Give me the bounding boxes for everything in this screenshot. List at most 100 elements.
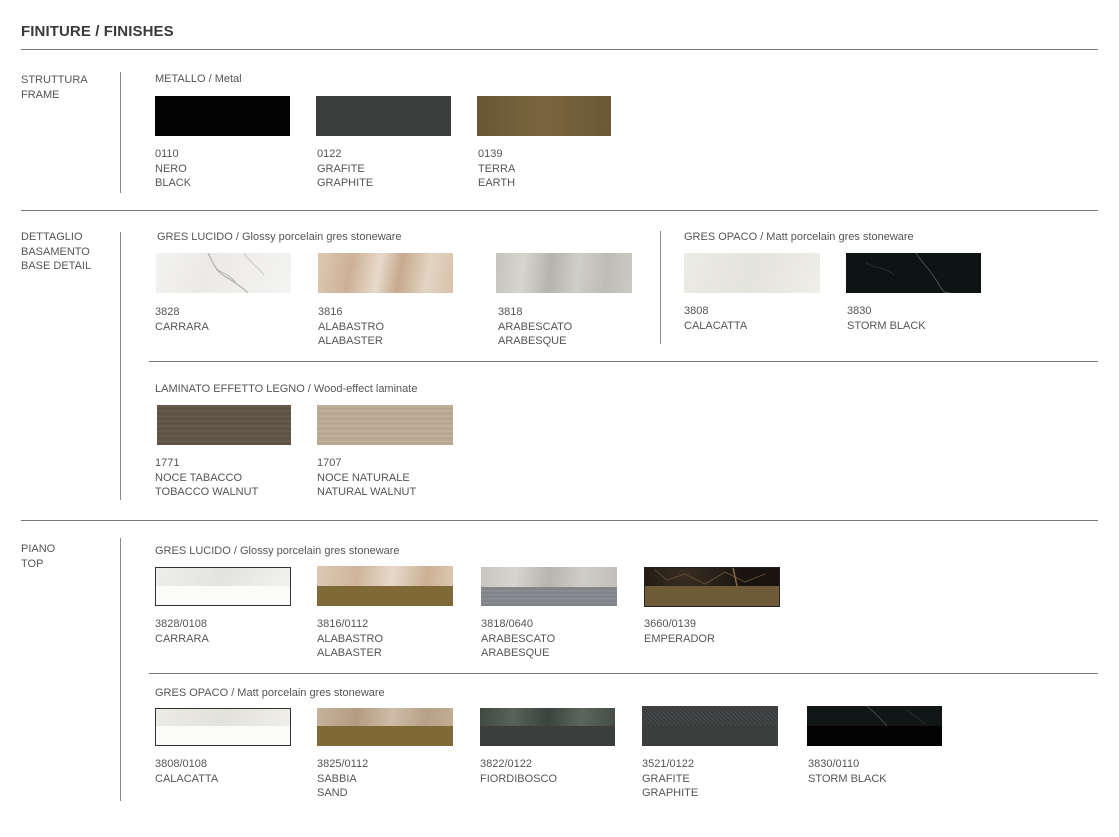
group-divider-vertical bbox=[660, 231, 661, 344]
swatch-3828-0108-carrara bbox=[155, 567, 291, 606]
swatch-code: 3822/0122 bbox=[480, 758, 532, 770]
swatch-caption-0110: 0110 NERO BLACK bbox=[155, 147, 191, 191]
swatch-3830-storm-black bbox=[846, 253, 981, 293]
swatch-3830-0110-storm-black bbox=[807, 706, 942, 746]
section-divider-vertical bbox=[120, 538, 121, 801]
swatch-caption-1771: 1771 NOCE TABACCO TOBACCO WALNUT bbox=[155, 456, 258, 500]
swatch-name-en: ARABESQUE bbox=[481, 647, 550, 659]
swatch-caption-1707: 1707 NOCE NATURALE NATURAL WALNUT bbox=[317, 456, 416, 500]
swatch-3808-0108-calacatta bbox=[155, 708, 291, 746]
group-title-base-wood: LAMINATO EFFETTO LEGNO / Wood-effect lam… bbox=[155, 383, 418, 395]
section-divider-vertical bbox=[120, 72, 121, 193]
swatch-caption-3828: 3828 CARRARA bbox=[155, 305, 209, 334]
swatch-1771-tobacco-walnut bbox=[157, 405, 291, 445]
title-divider bbox=[21, 49, 1098, 50]
page-title: FINITURE / FINISHES bbox=[21, 23, 174, 40]
swatch-caption-3808: 3808 CALACATTA bbox=[684, 304, 747, 333]
section-label-base: DETTAGLIO BASAMENTO BASE DETAIL bbox=[21, 230, 91, 274]
swatch-caption-3828-0108: 3828/0108 CARRARA bbox=[155, 617, 209, 646]
swatch-0110-black bbox=[155, 96, 290, 136]
swatch-name-en: GRAPHITE bbox=[317, 177, 374, 189]
swatch-code: 3830 bbox=[847, 305, 872, 317]
swatch-3816-0112-alabaster bbox=[317, 566, 453, 606]
swatch-name-it: SABBIA bbox=[317, 772, 357, 785]
section-label-line: TOP bbox=[21, 557, 44, 570]
swatch-3822-0122-fiordibosco bbox=[480, 708, 615, 746]
swatch-1707-natural-walnut bbox=[317, 405, 453, 445]
swatch-name-it: TERRA bbox=[478, 162, 516, 175]
swatch-name-en: ALABASTER bbox=[317, 647, 382, 659]
swatch-name-it: STORM BLACK bbox=[847, 319, 926, 332]
swatch-caption-3808-0108: 3808/0108 CALACATTA bbox=[155, 757, 218, 786]
swatch-caption-3521-0122: 3521/0122 GRAFITE GRAPHITE bbox=[642, 757, 698, 801]
swatch-name-it: FIORDIBOSCO bbox=[480, 772, 558, 785]
swatch-name-it: GRAFITE bbox=[317, 162, 365, 175]
swatch-name-it: NERO bbox=[155, 162, 187, 175]
swatch-caption-3818: 3818 ARABESCATO ARABESQUE bbox=[498, 305, 572, 349]
section-label-line: STRUTTURA bbox=[21, 74, 88, 86]
swatch-code: 0122 bbox=[317, 148, 342, 160]
swatch-name-en: SAND bbox=[317, 787, 348, 799]
swatch-code: 3830/0110 bbox=[808, 758, 860, 770]
swatch-name-it: ALABASTRO bbox=[318, 320, 385, 333]
swatch-code: 3521/0122 bbox=[642, 758, 694, 770]
swatch-name-it: ARABESCATO bbox=[481, 632, 556, 645]
section-label-line: DETTAGLIO bbox=[21, 231, 83, 243]
marble-veins bbox=[207, 253, 265, 293]
swatch-name-it: STORM BLACK bbox=[808, 772, 887, 785]
swatch-name-it: CARRARA bbox=[155, 632, 209, 645]
swatch-code: 3818/0640 bbox=[481, 618, 533, 630]
swatch-3660-0139-emperador bbox=[644, 567, 780, 607]
swatch-0139-earth bbox=[477, 96, 611, 136]
swatch-name-en: BLACK bbox=[155, 177, 192, 189]
swatch-caption-3660-0139: 3660/0139 EMPERADOR bbox=[644, 617, 715, 646]
swatch-code: 3825/0112 bbox=[317, 758, 369, 770]
group-title-base-matt: GRES OPACO / Matt porcelain gres stonewa… bbox=[684, 231, 914, 243]
swatch-name-en: ALABASTER bbox=[318, 335, 383, 347]
swatch-caption-0139: 0139 TERRA EARTH bbox=[478, 147, 515, 191]
swatch-name-it: ALABASTRO bbox=[317, 632, 384, 645]
section-label-line: BASAMENTO bbox=[21, 245, 90, 258]
swatch-code: 0139 bbox=[478, 148, 503, 160]
swatch-name-it: ARABESCATO bbox=[498, 320, 573, 333]
marble-veins bbox=[654, 568, 766, 587]
swatch-name-en: TOBACCO WALNUT bbox=[155, 486, 259, 498]
swatch-caption-3830: 3830 STORM BLACK bbox=[847, 304, 926, 333]
swatch-caption-3816-0112: 3816/0112 ALABASTRO ALABASTER bbox=[317, 617, 383, 661]
subsection-divider bbox=[149, 673, 1098, 674]
swatch-name-en: NATURAL WALNUT bbox=[317, 486, 417, 498]
swatch-name-en: GRAPHITE bbox=[642, 787, 699, 799]
swatch-code: 3660/0139 bbox=[644, 618, 696, 630]
section-label-frame: STRUTTURA FRAME bbox=[21, 73, 88, 102]
swatch-name-it: GRAFITE bbox=[642, 772, 690, 785]
swatch-name-it: NOCE NATURALE bbox=[317, 471, 410, 484]
swatch-3818-0640-arabesque bbox=[481, 567, 617, 606]
swatch-3808-calacatta bbox=[684, 253, 820, 293]
swatch-3828-carrara bbox=[156, 253, 291, 293]
swatch-code: 3816 bbox=[318, 306, 343, 318]
marble-veins bbox=[866, 706, 926, 727]
section-label-top: PIANO TOP bbox=[21, 542, 55, 571]
section-divider bbox=[21, 210, 1098, 211]
swatch-3816-alabaster bbox=[318, 253, 453, 293]
swatch-caption-3825-0112: 3825/0112 SABBIA SAND bbox=[317, 757, 368, 801]
swatch-3818-arabesque bbox=[496, 253, 632, 293]
group-title-base-glossy: GRES LUCIDO / Glossy porcelain gres ston… bbox=[157, 231, 402, 243]
swatch-name-en: EARTH bbox=[478, 177, 516, 189]
swatch-code: 1771 bbox=[155, 457, 180, 469]
swatch-code: 3828/0108 bbox=[155, 618, 207, 630]
swatch-name-it: CALACATTA bbox=[155, 772, 219, 785]
swatch-caption-3822-0122: 3822/0122 FIORDIBOSCO bbox=[480, 757, 557, 786]
swatch-code: 3808 bbox=[684, 305, 709, 317]
marble-veins bbox=[865, 253, 951, 293]
swatch-caption-0122: 0122 GRAFITE GRAPHITE bbox=[317, 147, 373, 191]
swatch-code: 3808/0108 bbox=[155, 758, 207, 770]
group-title-top-glossy: GRES LUCIDO / Glossy porcelain gres ston… bbox=[155, 545, 400, 557]
swatch-code: 3816/0112 bbox=[317, 618, 369, 630]
section-divider bbox=[21, 520, 1098, 521]
swatch-name-it: CALACATTA bbox=[684, 319, 748, 332]
section-divider-vertical bbox=[120, 232, 121, 500]
swatch-0122-graphite bbox=[316, 96, 451, 136]
swatch-caption-3830-0110: 3830/0110 STORM BLACK bbox=[808, 757, 887, 786]
swatch-name-it: NOCE TABACCO bbox=[155, 471, 242, 484]
